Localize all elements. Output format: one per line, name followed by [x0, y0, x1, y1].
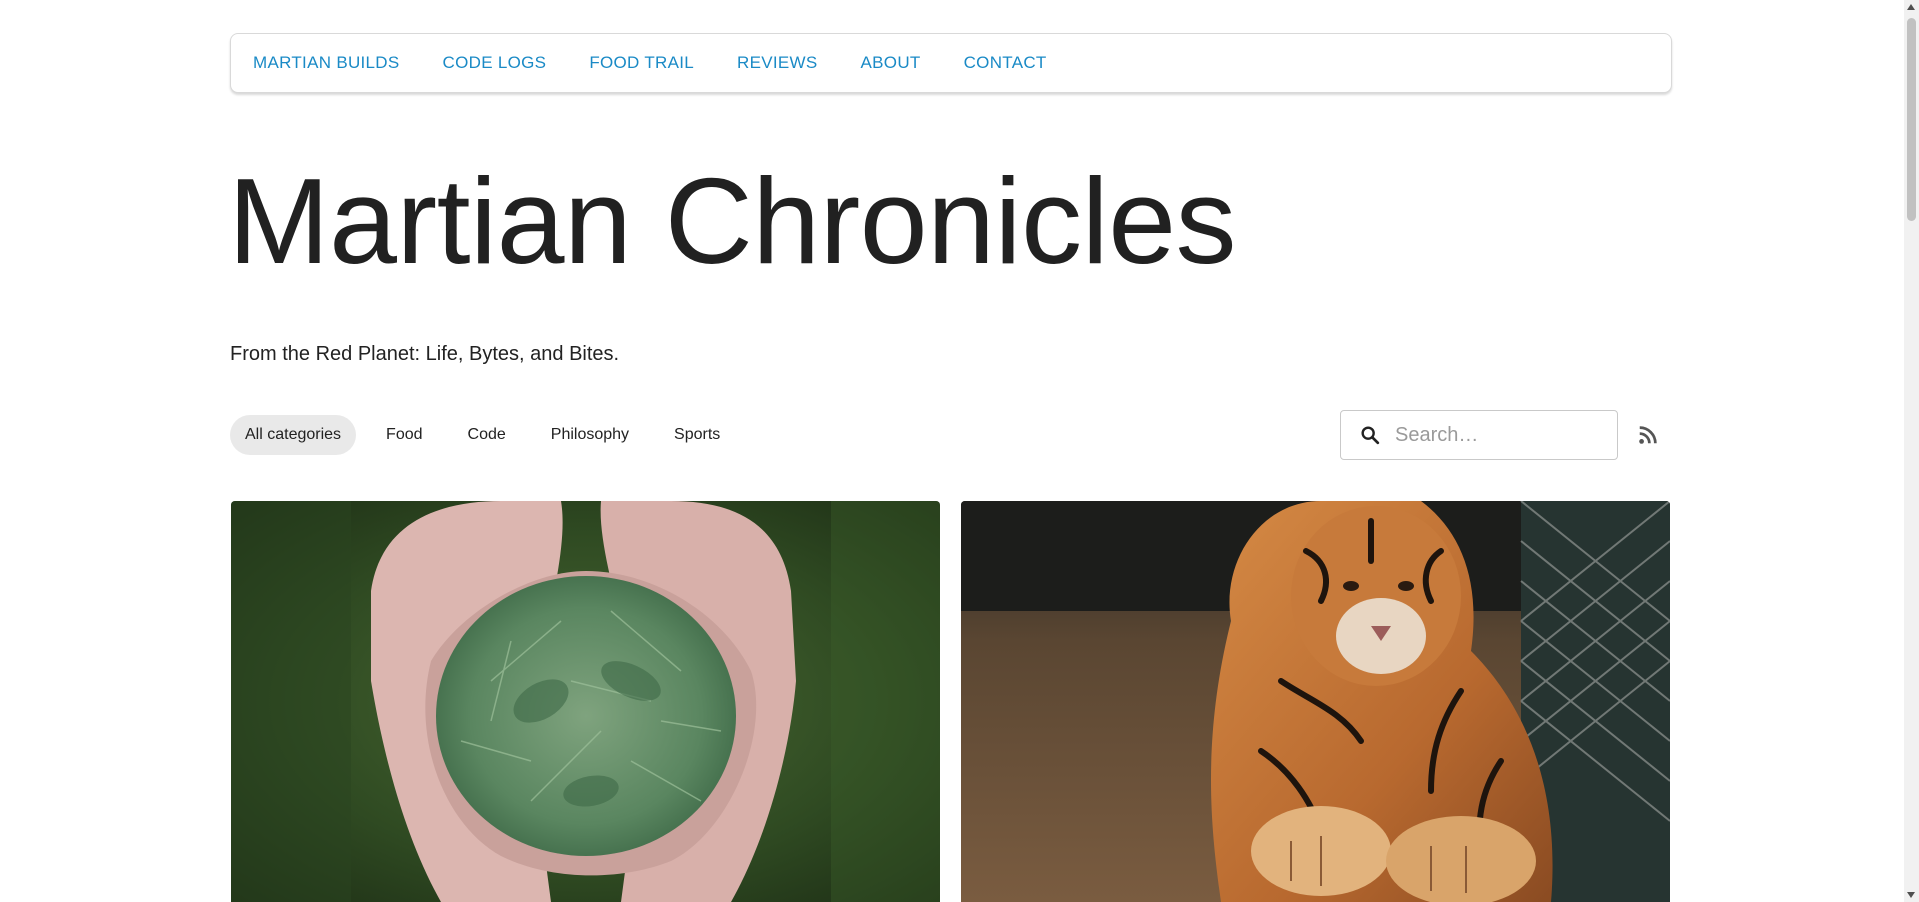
search-icon	[1361, 426, 1380, 445]
nav-item-food-trail[interactable]: FOOD TRAIL	[589, 53, 694, 73]
pine-needles-photo	[231, 501, 940, 902]
search-input[interactable]	[1395, 423, 1595, 447]
nav-item-about[interactable]: ABOUT	[861, 53, 921, 73]
top-navigation: MARTIAN BUILDS CODE LOGS FOOD TRAIL REVI…	[230, 33, 1672, 93]
category-code[interactable]: Code	[453, 415, 521, 455]
nav-item-martian-builds[interactable]: MARTIAN BUILDS	[253, 53, 400, 73]
post-card-image-tiger[interactable]	[961, 501, 1670, 902]
scrollbar-thumb[interactable]	[1907, 18, 1916, 221]
site-tagline: From the Red Planet: Life, Bytes, and Bi…	[230, 343, 620, 365]
nav-item-contact[interactable]: CONTACT	[964, 53, 1047, 73]
page: MARTIAN BUILDS CODE LOGS FOOD TRAIL REVI…	[0, 0, 1919, 902]
category-philosophy[interactable]: Philosophy	[536, 415, 644, 455]
category-food[interactable]: Food	[371, 415, 437, 455]
scroll-down-arrow-icon[interactable]	[1907, 892, 1915, 898]
search-box	[1340, 410, 1618, 460]
category-filter: All categories Food Code Philosophy Spor…	[230, 415, 750, 455]
category-all[interactable]: All categories	[230, 415, 357, 455]
site-title: Martian Chronicles	[228, 153, 1237, 289]
nav-item-code-logs[interactable]: CODE LOGS	[443, 53, 547, 73]
category-sports[interactable]: Sports	[659, 415, 735, 455]
vertical-scrollbar[interactable]	[1904, 0, 1919, 902]
tiger-photo	[961, 501, 1670, 902]
nav-item-reviews[interactable]: REVIEWS	[737, 53, 818, 73]
post-card-image-pine-needles[interactable]	[231, 501, 940, 902]
scroll-up-arrow-icon[interactable]	[1907, 4, 1915, 10]
rss-icon[interactable]	[1637, 424, 1659, 446]
